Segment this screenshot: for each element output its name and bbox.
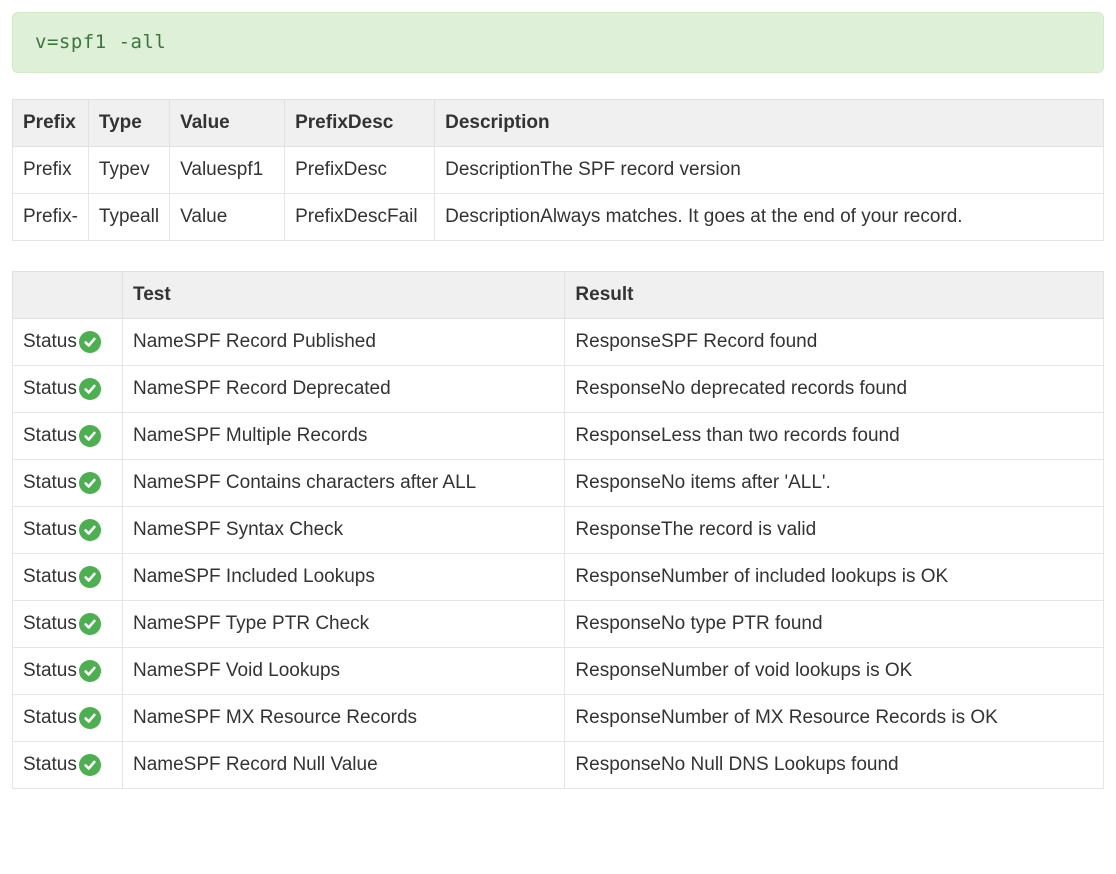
- table-row: Prefix- Typeall Value PrefixDescFail Des…: [13, 194, 1104, 241]
- cell-result: ResponseNo items after 'ALL'.: [565, 460, 1104, 507]
- cell-prefixdesc: PrefixDescFail: [285, 194, 435, 241]
- cell-status: Status: [13, 601, 123, 648]
- cell-description: DescriptionAlways matches. It goes at th…: [435, 194, 1104, 241]
- col-prefix: Prefix: [13, 100, 89, 147]
- check-circle-icon: [79, 566, 101, 588]
- col-type: Type: [88, 100, 169, 147]
- cell-status: Status: [13, 695, 123, 742]
- status-label: Status: [23, 660, 77, 681]
- status-label: Status: [23, 331, 77, 352]
- col-prefixdesc: PrefixDesc: [285, 100, 435, 147]
- table-row: Status NameSPF Type PTR CheckResponseNo t…: [13, 601, 1104, 648]
- status-label: Status: [23, 425, 77, 446]
- spf-tests-table: Test Result Status NameSPF Record Publish…: [12, 271, 1104, 789]
- status-label: Status: [23, 707, 77, 728]
- cell-type: Typev: [88, 147, 169, 194]
- cell-test: NameSPF Type PTR Check: [123, 601, 565, 648]
- table-row: Status NameSPF Multiple RecordsResponseLe…: [13, 413, 1104, 460]
- table-row: Status NameSPF Record DeprecatedResponseN…: [13, 366, 1104, 413]
- table-header-row: Prefix Type Value PrefixDesc Description: [13, 100, 1104, 147]
- status-label: Status: [23, 378, 77, 399]
- cell-result: ResponseNo Null DNS Lookups found: [565, 742, 1104, 789]
- status-label: Status: [23, 754, 77, 775]
- cell-status: Status: [13, 413, 123, 460]
- col-test: Test: [123, 272, 565, 319]
- table-row: Status NameSPF Included LookupsResponseNu…: [13, 554, 1104, 601]
- check-circle-icon: [79, 331, 101, 353]
- cell-value: Value: [170, 194, 285, 241]
- col-value: Value: [170, 100, 285, 147]
- col-result: Result: [565, 272, 1104, 319]
- status-label: Status: [23, 566, 77, 587]
- table-row: Status NameSPF Contains characters after …: [13, 460, 1104, 507]
- table-row: Status NameSPF Record Null ValueResponseN…: [13, 742, 1104, 789]
- cell-status: Status: [13, 507, 123, 554]
- status-label: Status: [23, 472, 77, 493]
- check-circle-icon: [79, 519, 101, 541]
- cell-result: ResponseSPF Record found: [565, 319, 1104, 366]
- cell-result: ResponseNo deprecated records found: [565, 366, 1104, 413]
- cell-result: ResponseNumber of included lookups is OK: [565, 554, 1104, 601]
- check-circle-icon: [79, 425, 101, 447]
- table-row: Status NameSPF MX Resource RecordsRespons…: [13, 695, 1104, 742]
- check-circle-icon: [79, 378, 101, 400]
- table-row: Prefix Typev Valuespf1 PrefixDesc Descri…: [13, 147, 1104, 194]
- check-circle-icon: [79, 707, 101, 729]
- spf-record-text: v=spf1 -all: [35, 31, 166, 53]
- cell-result: ResponseNo type PTR found: [565, 601, 1104, 648]
- check-circle-icon: [79, 660, 101, 682]
- table-header-row: Test Result: [13, 272, 1104, 319]
- check-circle-icon: [79, 472, 101, 494]
- status-label: Status: [23, 613, 77, 634]
- cell-test: NameSPF Multiple Records: [123, 413, 565, 460]
- cell-status: Status: [13, 366, 123, 413]
- cell-result: ResponseNumber of MX Resource Records is…: [565, 695, 1104, 742]
- cell-test: NameSPF Record Published: [123, 319, 565, 366]
- spf-parts-table: Prefix Type Value PrefixDesc Description…: [12, 99, 1104, 241]
- cell-test: NameSPF Record Deprecated: [123, 366, 565, 413]
- cell-test: NameSPF Record Null Value: [123, 742, 565, 789]
- cell-status: Status: [13, 742, 123, 789]
- cell-prefixdesc: PrefixDesc: [285, 147, 435, 194]
- cell-result: ResponseLess than two records found: [565, 413, 1104, 460]
- col-description: Description: [435, 100, 1104, 147]
- cell-prefix: Prefix-: [13, 194, 89, 241]
- cell-type: Typeall: [88, 194, 169, 241]
- cell-test: NameSPF MX Resource Records: [123, 695, 565, 742]
- cell-status: Status: [13, 554, 123, 601]
- table-row: Status NameSPF Void LookupsResponseNumber…: [13, 648, 1104, 695]
- cell-test: NameSPF Void Lookups: [123, 648, 565, 695]
- cell-status: Status: [13, 460, 123, 507]
- cell-status: Status: [13, 319, 123, 366]
- table-row: Status NameSPF Syntax CheckResponseThe re…: [13, 507, 1104, 554]
- cell-value: Valuespf1: [170, 147, 285, 194]
- spf-record-box: v=spf1 -all: [12, 12, 1104, 73]
- cell-description: DescriptionThe SPF record version: [435, 147, 1104, 194]
- cell-test: NameSPF Included Lookups: [123, 554, 565, 601]
- cell-status: Status: [13, 648, 123, 695]
- check-circle-icon: [79, 613, 101, 635]
- table-row: Status NameSPF Record PublishedResponseSP…: [13, 319, 1104, 366]
- col-status: [13, 272, 123, 319]
- check-circle-icon: [79, 754, 101, 776]
- cell-result: ResponseThe record is valid: [565, 507, 1104, 554]
- cell-test: NameSPF Contains characters after ALL: [123, 460, 565, 507]
- status-label: Status: [23, 519, 77, 540]
- cell-result: ResponseNumber of void lookups is OK: [565, 648, 1104, 695]
- cell-prefix: Prefix: [13, 147, 89, 194]
- cell-test: NameSPF Syntax Check: [123, 507, 565, 554]
